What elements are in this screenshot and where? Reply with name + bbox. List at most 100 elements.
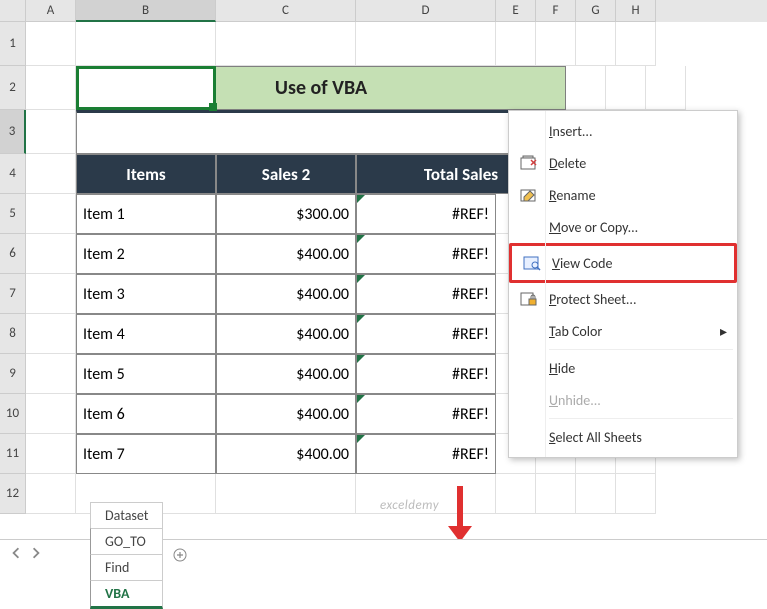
cell[interactable] — [26, 66, 76, 110]
sheet-tab-vba[interactable]: VBA — [90, 580, 163, 609]
cell-item[interactable]: Item 5 — [76, 354, 216, 394]
title-cell[interactable]: Use of VBA — [76, 66, 566, 110]
row-header-12[interactable]: 12 — [0, 474, 26, 514]
cell[interactable] — [496, 22, 536, 66]
cell[interactable] — [76, 22, 216, 66]
sheet-tab-go_to[interactable]: GO_TO — [90, 528, 163, 554]
cell[interactable] — [616, 22, 656, 66]
cell[interactable] — [616, 474, 656, 514]
menu-label: View Code — [552, 255, 612, 272]
menu-item-ename[interactable]: Rename — [509, 179, 737, 211]
cell-item[interactable]: Item 4 — [76, 314, 216, 354]
cell[interactable] — [26, 434, 76, 474]
menu-item-ab-color[interactable]: Tab Color ▸ — [509, 315, 737, 347]
cell-item[interactable]: Item 3 — [76, 274, 216, 314]
cell-sales[interactable]: $400.00 — [216, 234, 356, 274]
cell[interactable] — [26, 194, 76, 234]
cell-item[interactable]: Item 6 — [76, 394, 216, 434]
tab-nav — [10, 547, 46, 563]
menu-item-ove-or-copy[interactable]: Move or Copy... — [509, 211, 737, 243]
cell[interactable] — [26, 274, 76, 314]
cell[interactable] — [76, 110, 566, 154]
tab-prev-icon[interactable] — [10, 547, 26, 563]
cell-total[interactable]: #REF! — [356, 234, 496, 274]
cell-item[interactable]: Item 7 — [76, 434, 216, 474]
row-header[interactable]: 5 — [0, 194, 26, 234]
cell[interactable] — [606, 66, 646, 110]
cell-sales[interactable]: $400.00 — [216, 314, 356, 354]
col-header-F[interactable]: F — [536, 0, 576, 22]
cell[interactable] — [536, 22, 576, 66]
col-header-E[interactable]: E — [496, 0, 536, 22]
cell-total[interactable]: #REF! — [356, 394, 496, 434]
row-header[interactable]: 7 — [0, 274, 26, 314]
cell-item[interactable]: Item 1 — [76, 194, 216, 234]
header-items[interactable]: Items — [76, 154, 216, 194]
cell-total[interactable]: #REF! — [356, 194, 496, 234]
row-header[interactable]: 11 — [0, 434, 26, 474]
menu-item-rotect-sheet[interactable]: Protect Sheet... — [509, 283, 737, 315]
cell-sales[interactable]: $400.00 — [216, 274, 356, 314]
cell[interactable] — [216, 22, 356, 66]
blank-icon — [517, 390, 541, 410]
col-header-G[interactable]: G — [576, 0, 616, 22]
menu-item-elect-all-sheets[interactable]: Select All Sheets — [509, 421, 737, 453]
row-header-4[interactable]: 4 — [0, 154, 26, 194]
col-header-B[interactable]: B — [76, 0, 216, 22]
cell-total[interactable]: #REF! — [356, 274, 496, 314]
blank-icon — [517, 427, 541, 447]
menu-item-elete[interactable]: Delete — [509, 147, 737, 179]
cell[interactable] — [576, 22, 616, 66]
menu-item-nsert[interactable]: Insert... — [509, 115, 737, 147]
cell[interactable] — [576, 474, 616, 514]
cell-item[interactable]: Item 2 — [76, 234, 216, 274]
cell[interactable] — [646, 66, 686, 110]
col-header-C[interactable]: C — [216, 0, 356, 22]
header-sales2[interactable]: Sales 2 — [216, 154, 356, 194]
row-header[interactable]: 6 — [0, 234, 26, 274]
cell[interactable] — [216, 474, 356, 514]
cell-sales[interactable]: $300.00 — [216, 194, 356, 234]
row-header-2[interactable]: 2 — [0, 66, 26, 110]
menu-label: Hide — [549, 360, 575, 377]
spreadsheet-area: A B C D E F G H 1 2 Use of VBA — [0, 0, 767, 581]
row-header-1[interactable]: 1 — [0, 22, 26, 66]
menu-label: Insert... — [549, 123, 593, 140]
cell[interactable] — [26, 234, 76, 274]
row-header-3[interactable]: 3 — [0, 110, 26, 154]
tab-next-icon[interactable] — [30, 547, 46, 563]
col-header-D[interactable]: D — [356, 0, 496, 22]
select-all-corner[interactable] — [0, 0, 26, 22]
add-sheet-button[interactable] — [165, 544, 195, 566]
cell[interactable] — [496, 474, 536, 514]
menu-item-iew-code[interactable]: View Code — [512, 246, 734, 280]
cell-total[interactable]: #REF! — [356, 354, 496, 394]
cell[interactable] — [26, 354, 76, 394]
cell-total[interactable]: #REF! — [356, 314, 496, 354]
cell[interactable] — [26, 394, 76, 434]
cell[interactable] — [536, 474, 576, 514]
col-header-A[interactable]: A — [26, 0, 76, 22]
cell-sales[interactable]: $400.00 — [216, 434, 356, 474]
row-header[interactable]: 10 — [0, 394, 26, 434]
cell-total[interactable]: #REF! — [356, 434, 496, 474]
cell[interactable] — [26, 110, 76, 154]
row-header[interactable]: 8 — [0, 314, 26, 354]
sheet-tab-find[interactable]: Find — [90, 554, 163, 580]
row-header[interactable]: 9 — [0, 354, 26, 394]
menu-label: Tab Color — [549, 323, 602, 340]
cell[interactable] — [26, 474, 76, 514]
cell[interactable] — [26, 314, 76, 354]
sheet-tab-dataset[interactable]: Dataset — [90, 502, 163, 528]
cell[interactable] — [26, 22, 76, 66]
cell[interactable] — [566, 66, 606, 110]
delete-icon — [517, 153, 541, 173]
menu-label: Select All Sheets — [549, 429, 642, 446]
cell-sales[interactable]: $400.00 — [216, 394, 356, 434]
col-header-H[interactable]: H — [616, 0, 656, 22]
blank-icon — [517, 358, 541, 378]
cell[interactable] — [26, 154, 76, 194]
cell-sales[interactable]: $400.00 — [216, 354, 356, 394]
cell[interactable] — [356, 22, 496, 66]
menu-item-ide[interactable]: Hide — [509, 352, 737, 384]
